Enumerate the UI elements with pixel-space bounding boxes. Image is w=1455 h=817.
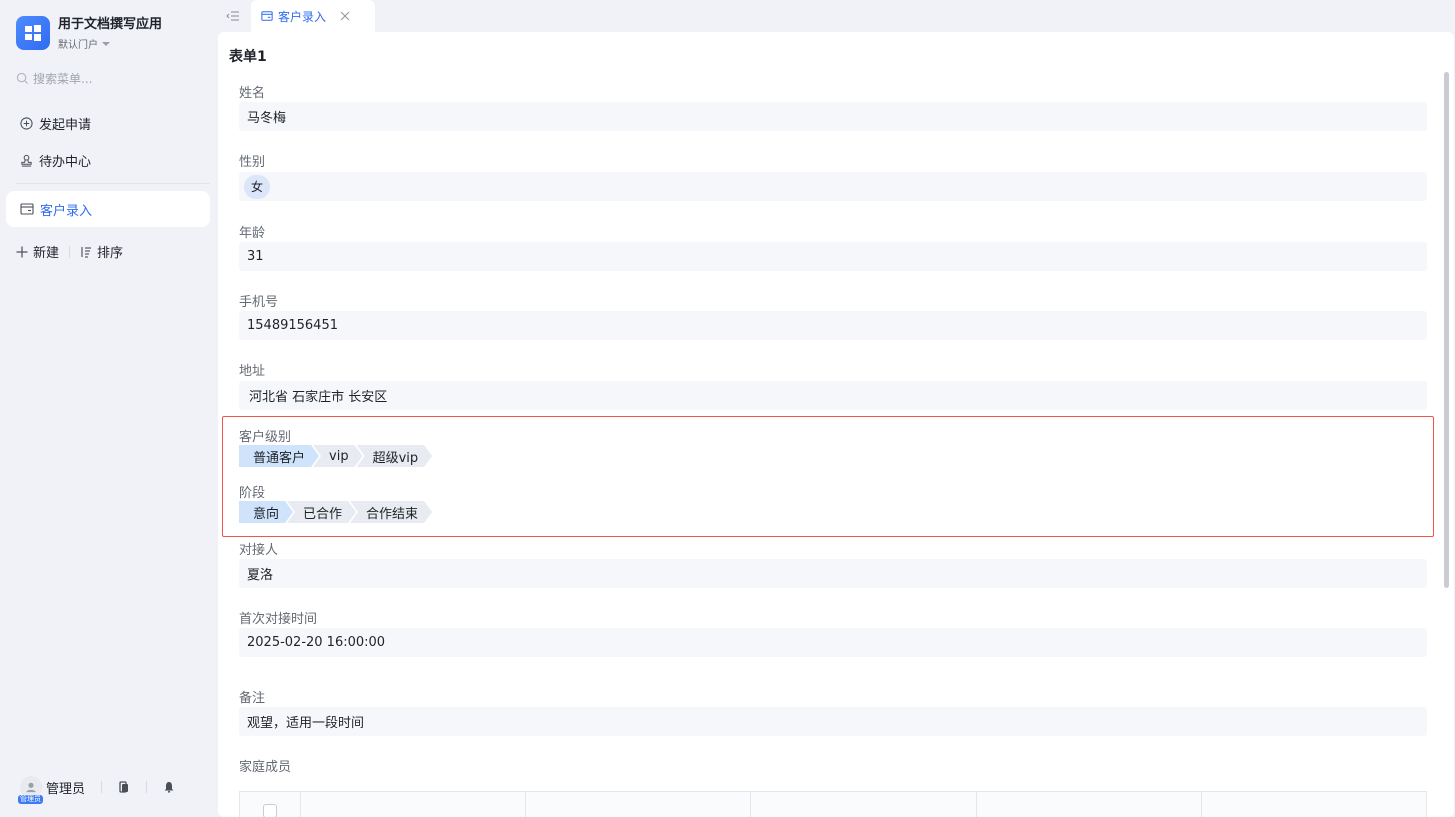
bell-icon[interactable] bbox=[163, 781, 175, 793]
plus-circle-icon bbox=[20, 117, 33, 130]
column-header bbox=[525, 792, 750, 817]
action-divider bbox=[69, 245, 71, 258]
avatar-role-badge: 管理员 bbox=[18, 795, 43, 804]
gender-field[interactable]: 女 bbox=[239, 172, 1427, 201]
phone-field[interactable]: 15489156451 bbox=[239, 311, 1427, 340]
remark-value: 观望，适用一段时间 bbox=[247, 716, 365, 731]
select-all-checkbox[interactable] bbox=[263, 804, 277, 817]
app-header[interactable]: 用于文档撰写应用 默认门户 bbox=[16, 16, 162, 51]
form-title: 表单1 bbox=[229, 49, 267, 65]
remark-label: 备注 bbox=[239, 691, 266, 706]
age-label: 年龄 bbox=[239, 226, 266, 241]
tab-bar: 客户录入 bbox=[218, 0, 1455, 32]
new-button[interactable]: 新建 bbox=[16, 242, 59, 261]
sidebar-footer: 管理员 管理员 bbox=[18, 776, 175, 804]
sidebar-divider bbox=[16, 183, 210, 184]
avatar[interactable]: 管理员 bbox=[18, 776, 43, 804]
footer-divider bbox=[101, 781, 103, 793]
first-contact-time-field[interactable]: 2025-02-20 16:00:00 bbox=[239, 628, 1427, 657]
chevron-down-icon bbox=[102, 41, 110, 46]
address-label: 地址 bbox=[239, 364, 266, 379]
user-icon bbox=[26, 782, 36, 793]
sidebar-actions: 新建 排序 bbox=[16, 242, 123, 261]
sidebar-item-customer-entry[interactable]: 客户录入 bbox=[6, 191, 210, 227]
select-all-cell bbox=[240, 792, 300, 817]
step-super-vip[interactable]: 超级vip bbox=[357, 445, 433, 467]
step-cooperation-ended[interactable]: 合作结束 bbox=[350, 501, 432, 523]
sidebar: 用于文档撰写应用 默认门户 搜索菜单... 发起申请 待办中心 客户录入 新建 … bbox=[0, 0, 218, 817]
collapse-sidebar-icon[interactable] bbox=[226, 9, 240, 23]
column-header bbox=[1200, 792, 1426, 817]
menu-search-input[interactable]: 搜索菜单... bbox=[16, 70, 92, 87]
sidebar-item-apply[interactable]: 发起申请 bbox=[20, 114, 91, 133]
app-logo-icon bbox=[16, 16, 50, 50]
footer-divider bbox=[146, 781, 148, 793]
family-members-label: 家庭成员 bbox=[239, 760, 292, 775]
form-icon bbox=[261, 11, 273, 21]
portal-label: 默认门户 bbox=[58, 40, 98, 51]
user-name: 管理员 bbox=[46, 781, 86, 797]
gender-tag: 女 bbox=[244, 174, 270, 199]
switch-icon[interactable] bbox=[118, 781, 130, 793]
contact-value: 夏洛 bbox=[247, 568, 274, 583]
name-value: 马冬梅 bbox=[247, 111, 287, 126]
tab-customer-entry[interactable]: 客户录入 bbox=[251, 0, 375, 32]
family-members-table-header bbox=[239, 791, 1427, 817]
first-contact-time-value: 2025-02-20 16:00:00 bbox=[247, 635, 386, 650]
form-panel: 表单1 姓名 马冬梅 性别 女 年龄 31 手机号 15489156451 地址… bbox=[218, 32, 1454, 817]
column-header bbox=[975, 792, 1201, 817]
age-field[interactable]: 31 bbox=[239, 242, 1427, 271]
address-value: 河北省 石家庄市 长安区 bbox=[249, 390, 388, 405]
phone-label: 手机号 bbox=[239, 295, 279, 310]
step-intention[interactable]: 意向 bbox=[239, 501, 293, 523]
sidebar-item-label: 发起申请 bbox=[39, 118, 92, 133]
vertical-scrollbar[interactable] bbox=[1444, 72, 1449, 588]
name-field[interactable]: 马冬梅 bbox=[239, 102, 1427, 131]
sidebar-item-todo[interactable]: 待办中心 bbox=[20, 151, 91, 170]
stage-label: 阶段 bbox=[239, 486, 266, 501]
stage-steps: 意向 已合作 合作结束 bbox=[239, 501, 426, 523]
sort-button[interactable]: 排序 bbox=[80, 242, 123, 261]
phone-value: 15489156451 bbox=[247, 318, 338, 333]
stamp-icon bbox=[21, 154, 32, 167]
age-value: 31 bbox=[247, 249, 264, 264]
sort-label: 排序 bbox=[97, 246, 124, 261]
close-icon[interactable] bbox=[340, 11, 350, 21]
step-cooperating[interactable]: 已合作 bbox=[287, 501, 356, 523]
name-label: 姓名 bbox=[239, 86, 266, 101]
step-regular-customer[interactable]: 普通客户 bbox=[239, 445, 319, 467]
search-placeholder: 搜索菜单... bbox=[33, 72, 93, 86]
new-label: 新建 bbox=[33, 246, 60, 261]
customer-level-steps: 普通客户 vip 超级vip bbox=[239, 445, 426, 467]
step-vip[interactable]: vip bbox=[313, 445, 363, 467]
contact-field[interactable]: 夏洛 bbox=[239, 559, 1427, 588]
customer-level-label: 客户级别 bbox=[239, 430, 292, 445]
search-icon bbox=[16, 72, 29, 85]
sort-icon bbox=[81, 246, 92, 258]
plus-icon bbox=[16, 246, 28, 257]
gender-label: 性别 bbox=[239, 155, 266, 170]
column-header bbox=[300, 792, 525, 817]
address-field[interactable]: 河北省 石家庄市 长安区 bbox=[239, 381, 1427, 410]
portal-switcher[interactable]: 默认门户 bbox=[58, 36, 162, 51]
remark-field[interactable]: 观望，适用一段时间 bbox=[239, 707, 1427, 736]
column-header bbox=[750, 792, 975, 817]
app-title: 用于文档撰写应用 bbox=[58, 17, 163, 32]
first-contact-time-label: 首次对接时间 bbox=[239, 612, 318, 627]
tab-label: 客户录入 bbox=[278, 9, 327, 24]
sidebar-item-label: 待办中心 bbox=[39, 155, 92, 170]
contact-label: 对接人 bbox=[239, 543, 279, 558]
sidebar-item-label: 客户录入 bbox=[40, 203, 93, 219]
form-icon bbox=[20, 203, 34, 215]
